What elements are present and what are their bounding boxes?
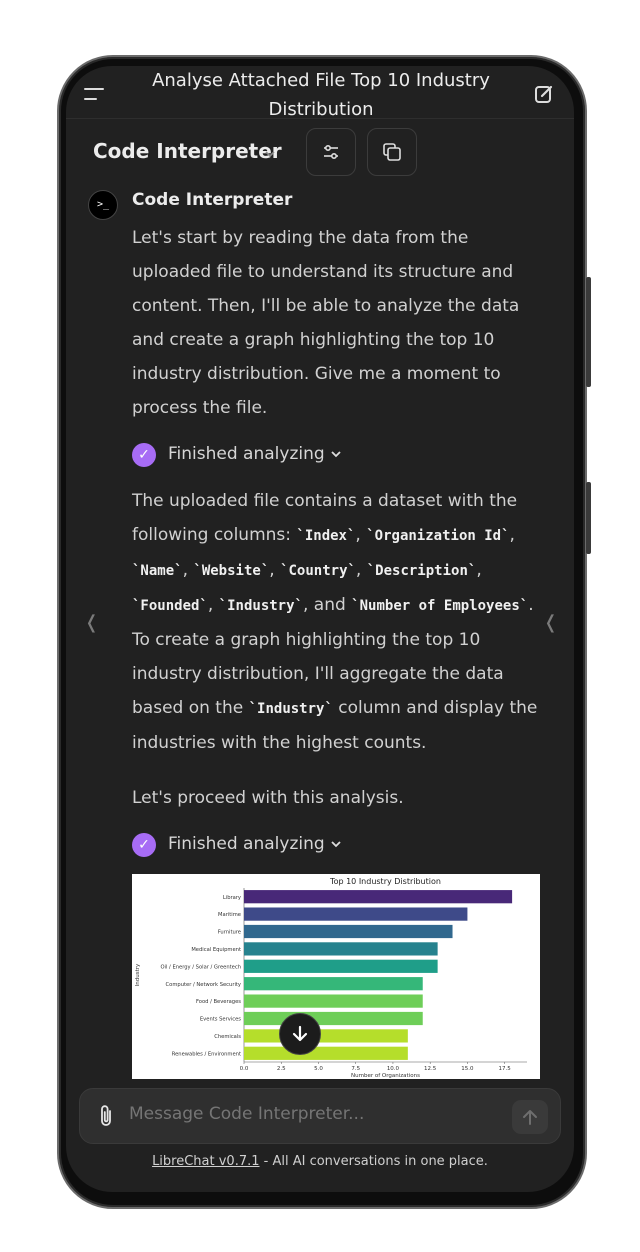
message-intro: Let's start by reading the data from the… xyxy=(132,228,520,418)
bar xyxy=(244,1011,423,1026)
inline-code: `Index` xyxy=(296,528,356,544)
copy-icon xyxy=(383,143,401,161)
text: , and xyxy=(302,595,352,615)
arrow-up-icon xyxy=(523,1110,537,1125)
footer-text: - All AI conversations in one place. xyxy=(259,1154,488,1169)
text: , xyxy=(509,525,515,545)
scroll-down-button[interactable] xyxy=(279,1013,321,1055)
new-chat-icon[interactable] xyxy=(534,84,554,104)
x-tick-label: 15.0 xyxy=(461,1066,474,1072)
status-label: Finished analyzing xyxy=(168,444,325,464)
status-toggle-2[interactable]: Finished analyzing xyxy=(168,834,342,854)
message-analysis: The uploaded file contains a dataset wit… xyxy=(132,484,547,760)
inline-code: `Industry` xyxy=(218,598,303,614)
check-icon: ✓ xyxy=(132,443,156,467)
chevron-down-icon xyxy=(331,451,341,458)
bar xyxy=(244,907,468,921)
y-tick-label: Furniture xyxy=(218,930,241,936)
inline-code: `Founded` xyxy=(132,598,208,614)
left-chevron-icon[interactable]: ❬ xyxy=(84,612,99,633)
y-tick-label: Library xyxy=(223,895,241,901)
bar xyxy=(244,1029,408,1043)
right-chevron-icon[interactable]: ❬ xyxy=(543,612,558,633)
inline-code: `Name` xyxy=(132,563,183,579)
settings-button[interactable] xyxy=(306,128,356,176)
text: , xyxy=(355,560,367,580)
bar xyxy=(244,1046,408,1060)
y-tick-label: Computer / Network Security xyxy=(166,982,241,988)
x-axis-label: Number of Organizations xyxy=(351,1073,420,1079)
menu-icon[interactable] xyxy=(84,86,104,100)
model-selector[interactable]: Code Interpreter xyxy=(93,139,282,163)
inline-code: `Industry` xyxy=(248,701,333,717)
message-input[interactable] xyxy=(129,1104,449,1124)
bar xyxy=(244,890,513,904)
text: , xyxy=(182,560,194,580)
phone-side-button xyxy=(586,277,591,387)
footer: LibreChat v0.7.1 - All AI conversations … xyxy=(66,1154,574,1169)
bar xyxy=(244,924,453,939)
x-tick-label: 12.5 xyxy=(424,1066,437,1072)
bar xyxy=(244,977,423,991)
sender-name: Code Interpreter xyxy=(132,190,293,210)
chevron-down-icon xyxy=(331,841,341,848)
phone-side-button xyxy=(586,482,591,554)
version-link[interactable]: LibreChat v0.7.1 xyxy=(152,1154,259,1169)
text: , xyxy=(269,560,281,580)
chart-title: Top 10 Industry Distribution xyxy=(329,877,441,886)
inline-code: `Number of Employees` xyxy=(351,598,529,614)
y-axis-label: Industry xyxy=(135,963,141,986)
text: , xyxy=(207,595,219,615)
status-toggle-1[interactable]: Finished analyzing xyxy=(168,444,342,464)
text: , xyxy=(476,560,482,580)
inline-code: `Country` xyxy=(280,563,356,579)
conversation-title: Analyse Attached File Top 10 Industry Di… xyxy=(152,70,490,120)
y-tick-label: Chemicals xyxy=(214,1034,241,1040)
y-tick-label: Maritime xyxy=(218,912,241,918)
check-icon: ✓ xyxy=(132,833,156,857)
bar xyxy=(244,994,423,1008)
x-tick-label: 2.5 xyxy=(277,1066,286,1072)
arrow-down-icon xyxy=(292,1025,308,1042)
copy-button[interactable] xyxy=(367,128,417,176)
x-tick-label: 17.5 xyxy=(499,1066,512,1072)
message-proceed: Let's proceed with this analysis. xyxy=(132,788,404,808)
sliders-icon xyxy=(324,144,338,160)
y-tick-label: Events Services xyxy=(200,1017,241,1023)
chevron-down-icon[interactable] xyxy=(264,144,276,163)
paperclip-icon[interactable] xyxy=(96,1104,116,1132)
status-label: Finished analyzing xyxy=(168,834,325,854)
inline-code: `Description` xyxy=(366,563,477,579)
chart-image[interactable]: Top 10 Industry Distribution Library Marit… xyxy=(132,874,540,1079)
app-screen: Analyse Attached File Top 10 Industry Di… xyxy=(66,66,574,1192)
bar-chart: Top 10 Industry Distribution Library Marit… xyxy=(135,877,527,1079)
x-tick-label: 0.0 xyxy=(240,1066,249,1072)
assistant-avatar: >_ xyxy=(88,190,118,220)
y-tick-label: Oil / Energy / Solar / Greentech xyxy=(160,964,241,970)
y-tick-label: Food / Beverages xyxy=(196,999,241,1005)
bar xyxy=(244,959,438,973)
x-tick-label: 7.5 xyxy=(351,1066,360,1072)
inline-code: `Organization Id` xyxy=(366,528,510,544)
bar xyxy=(244,942,438,956)
text: , xyxy=(355,525,367,545)
send-button[interactable] xyxy=(512,1100,548,1134)
header-divider xyxy=(66,118,574,119)
x-tick-label: 5.0 xyxy=(314,1066,323,1072)
x-tick-label: 10.0 xyxy=(387,1066,400,1072)
y-tick-label: Renewables / Environment xyxy=(172,1051,241,1057)
y-tick-label: Medical Equipment xyxy=(191,947,241,953)
inline-code: `Website` xyxy=(193,563,270,579)
